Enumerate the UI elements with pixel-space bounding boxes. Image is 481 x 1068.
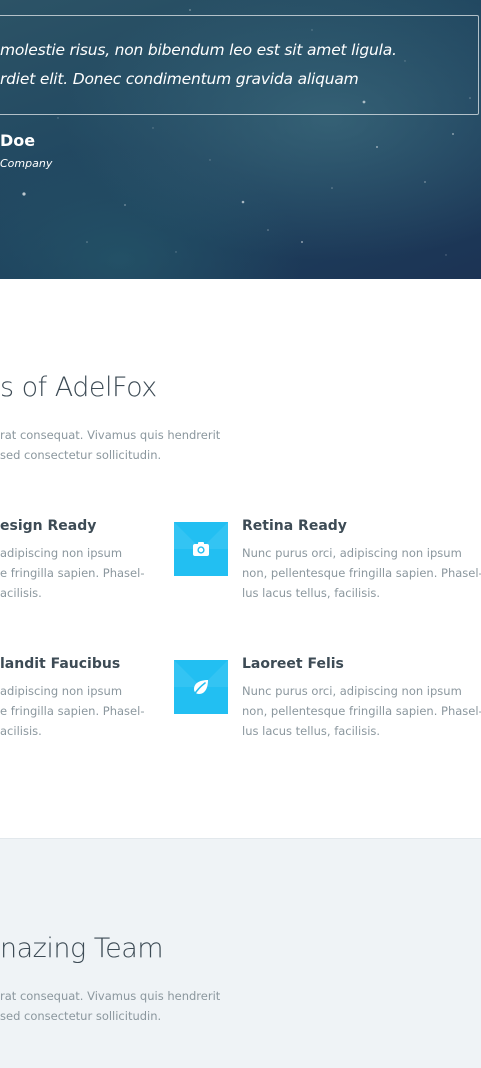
feature-text-line: acilisis. xyxy=(0,586,42,600)
quote-box xyxy=(0,15,479,115)
feature-title: landit Faucibus xyxy=(0,656,121,672)
testimonial-company: Company xyxy=(0,157,53,170)
camera-icon xyxy=(174,522,228,576)
features-intro-line-2: sed consectetur sollicitudin. xyxy=(0,448,162,462)
team-section: nazing Team rat consequat. Vivamus quis … xyxy=(0,838,481,1068)
feature-text-line: acilisis. xyxy=(0,724,42,738)
feature-text-line: non, pellentesque fringilla sapien. Phas… xyxy=(242,704,481,718)
feature-text-line: lus lacus tellus, facilisis. xyxy=(242,724,381,738)
features-intro-line-1: rat consequat. Vivamus quis hendrerit xyxy=(0,428,221,442)
team-intro-line-1: rat consequat. Vivamus quis hendrerit xyxy=(0,989,221,1003)
testimonial-section: molestie risus, non bibendum leo est sit… xyxy=(0,0,481,279)
team-intro-line-2: sed consectetur sollicitudin. xyxy=(0,1009,162,1023)
features-heading: s of AdelFox xyxy=(0,372,157,403)
feature-text-line: Nunc purus orci, adipiscing non ipsum xyxy=(242,684,462,698)
feature-title: Retina Ready xyxy=(242,518,347,534)
feature-text-line: Nunc purus orci, adipiscing non ipsum xyxy=(242,546,462,560)
testimonial-author: Doe xyxy=(0,131,36,150)
feature-text-line: adipiscing non ipsum xyxy=(0,684,123,698)
feature-title: esign Ready xyxy=(0,518,97,534)
feature-title: Laoreet Felis xyxy=(242,656,344,672)
feature-text-line: e fringilla sapien. Phasel- xyxy=(0,566,145,580)
team-heading: nazing Team xyxy=(0,933,164,964)
feature-text-line: non, pellentesque fringilla sapien. Phas… xyxy=(242,566,481,580)
testimonial-quote-line-1: molestie risus, non bibendum leo est sit… xyxy=(0,41,397,59)
feature-text-line: e fringilla sapien. Phasel- xyxy=(0,704,145,718)
feature-text-line: lus lacus tellus, facilisis. xyxy=(242,586,381,600)
feature-text-line: adipiscing non ipsum xyxy=(0,546,123,560)
leaf-icon xyxy=(174,660,228,714)
testimonial-quote-line-2: rdiet elit. Donec condimentum gravida al… xyxy=(0,70,359,88)
